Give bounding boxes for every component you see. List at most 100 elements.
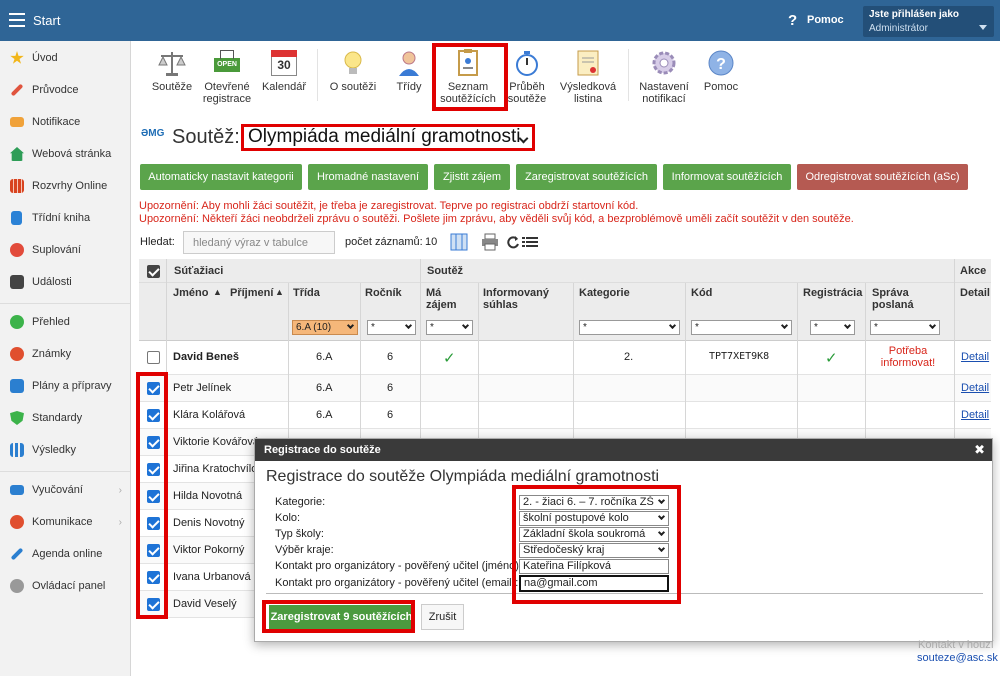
- help-icon: ?: [706, 48, 736, 78]
- col-consent[interactable]: Informovaný súhlas: [483, 287, 563, 311]
- toolbar-nastaveni-notifikaci[interactable]: Nastavení notifikací: [636, 48, 692, 105]
- sidebar-item-label: Standardy: [32, 412, 83, 424]
- detail-link[interactable]: Detail: [961, 351, 989, 363]
- student-name: Klára Kolářová: [173, 409, 246, 421]
- record-count-label: počet záznamů:: [345, 236, 423, 248]
- sidebar-item-label: Úvod: [32, 52, 58, 64]
- hamburger-menu-icon[interactable]: [9, 13, 25, 27]
- table-row[interactable]: David Beneš 6.A 6 ✓ 2. TPT7XET9K8 ✓ Potř…: [139, 341, 991, 375]
- record-count-value[interactable]: 10: [425, 236, 437, 248]
- toolbar-tridy[interactable]: Třídy: [389, 48, 429, 93]
- sidebar-item-vyucovani[interactable]: Vyučování ›: [0, 475, 130, 505]
- close-icon[interactable]: ✖: [974, 442, 985, 458]
- competition-select-value: Olympiáda mediální gramotnosti: [248, 126, 521, 147]
- sidebar-item-udalosti[interactable]: Události: [0, 267, 130, 297]
- user-menu[interactable]: Jste přihlášen jako Administrátor: [863, 6, 994, 37]
- filter-message-select[interactable]: *: [870, 320, 940, 335]
- footer-contact-label: Kontakt v houzí: [918, 639, 994, 651]
- toolbar-souteze[interactable]: Soutěže: [149, 48, 195, 93]
- toolbar-prubeh-souteze[interactable]: Průběh soutěže: [505, 48, 549, 105]
- user-role: Administrátor: [869, 23, 928, 34]
- refresh-icon[interactable]: [506, 233, 520, 251]
- filter-value: 6.A (10): [296, 322, 332, 333]
- filter-category-select[interactable]: *: [579, 320, 680, 335]
- toolbar-o-soutezi[interactable]: O soutěži: [326, 48, 380, 93]
- inform-students-button[interactable]: Informovat soutěžících: [663, 164, 791, 190]
- footer-email-link[interactable]: souteze@asc.sk: [917, 652, 998, 664]
- sidebar-item-vysledky[interactable]: Výsledky: [0, 435, 130, 465]
- list-icon[interactable]: [522, 233, 538, 251]
- dialog-title: Registrace do soutěže Olympiáda mediální…: [266, 468, 660, 485]
- detail-link[interactable]: Detail: [961, 409, 989, 421]
- sidebar-item-pruvodce[interactable]: Průvodce: [0, 75, 130, 105]
- col-first-name[interactable]: Jméno: [173, 287, 208, 299]
- bar-chart-icon: [10, 443, 24, 457]
- competition-select[interactable]: Olympiáda mediální gramotnosti: [241, 124, 535, 151]
- sidebar-item-standardy[interactable]: Standardy: [0, 403, 130, 433]
- toolbar-kalendar[interactable]: 30 Kalendář: [261, 48, 307, 93]
- toolbar-pomoc[interactable]: ? Pomoc: [701, 48, 741, 93]
- sidebar-item-suplovani[interactable]: Suplování: [0, 235, 130, 265]
- filter-interest-select[interactable]: *: [426, 320, 473, 335]
- sidebar-item-tridni-kniha[interactable]: Třídní kniha: [0, 203, 130, 233]
- home-icon: [10, 147, 24, 161]
- filter-registration-select[interactable]: *: [810, 320, 855, 335]
- highlight-box: [512, 485, 681, 604]
- group-competition: Soutěž: [427, 265, 464, 277]
- bulk-settings-button[interactable]: Hromadné nastavení: [308, 164, 428, 190]
- sidebar-item-label: Suplování: [32, 244, 81, 256]
- sidebar-item-uvod[interactable]: Úvod: [0, 43, 130, 73]
- sidebar-item-ovladaci-panel[interactable]: Ovládací panel: [0, 571, 130, 601]
- search-input[interactable]: hledaný výraz v tabulce: [183, 231, 335, 254]
- person-icon: [10, 243, 24, 257]
- auto-category-button[interactable]: Automaticky nastavit kategorii: [140, 164, 302, 190]
- filter-class-select[interactable]: 6.A (10): [292, 320, 358, 335]
- col-year[interactable]: Ročník: [365, 287, 402, 299]
- col-interest[interactable]: Má zájem: [426, 287, 470, 311]
- student-class: 6.A: [316, 409, 333, 421]
- help-icon[interactable]: ?: [788, 12, 797, 29]
- check-interest-button[interactable]: Zjistit zájem: [434, 164, 510, 190]
- help-link[interactable]: Pomoc: [807, 14, 844, 26]
- table-row[interactable]: Petr Jelínek 6.A 6 Detail: [139, 375, 991, 402]
- unregister-students-button[interactable]: Odregistrovat soutěžících (aSc): [797, 164, 968, 190]
- col-message[interactable]: Správa poslaná: [872, 287, 922, 311]
- sidebar-item-agenda[interactable]: Agenda online: [0, 539, 130, 569]
- sidebar-item-plany[interactable]: Plány a přípravy: [0, 371, 130, 401]
- sidebar-item-rozvrhy[interactable]: Rozvrhy Online: [0, 171, 130, 201]
- register-students-button[interactable]: Zaregistrovat soutěžících: [516, 164, 657, 190]
- sidebar-item-notifikace[interactable]: Notifikace: [0, 107, 130, 137]
- sidebar-item-prehled[interactable]: Přehled: [0, 307, 130, 337]
- sidebar-item-label: Agenda online: [32, 548, 103, 560]
- app-title[interactable]: Start: [33, 13, 60, 28]
- col-detail: Detail: [960, 287, 990, 299]
- student-year: 6: [387, 351, 394, 363]
- table-column-header: Jméno ▲ Příjmení ▲ Třída Ročník Má zájem…: [139, 283, 991, 341]
- star-icon: [10, 51, 24, 64]
- toolbar-vysledkova-listina[interactable]: Výsledková listina: [555, 48, 621, 105]
- table-row[interactable]: Klára Kolářová 6.A 6 Detail: [139, 402, 991, 429]
- filter-year-select[interactable]: *: [367, 320, 416, 335]
- sidebar-item-znamky[interactable]: Známky: [0, 339, 130, 369]
- detail-link[interactable]: Detail: [961, 382, 989, 394]
- col-class[interactable]: Třída: [293, 287, 320, 299]
- col-last-name[interactable]: Příjmení: [230, 287, 273, 299]
- row-checkbox[interactable]: [147, 351, 160, 364]
- col-code[interactable]: Kód: [691, 287, 712, 299]
- col-registration[interactable]: Registrácia: [803, 287, 862, 299]
- student-name: Viktorie Kovářová: [173, 436, 260, 448]
- filter-value: *: [695, 322, 699, 333]
- col-category[interactable]: Kategorie: [579, 287, 630, 299]
- print-icon[interactable]: [481, 233, 499, 251]
- toolbar-otevrene-registrace[interactable]: OPEN Otevřené registrace: [199, 48, 255, 105]
- sidebar-item-komunikace[interactable]: Komunikace ›: [0, 507, 130, 537]
- select-all-checkbox[interactable]: [147, 265, 160, 278]
- filter-code-select[interactable]: *: [691, 320, 792, 335]
- toolbar-label: Otevřené registrace: [202, 81, 252, 105]
- student-name: Ivana Urbanová: [173, 571, 251, 583]
- columns-icon[interactable]: [450, 233, 468, 251]
- cancel-button[interactable]: Zrušit: [421, 604, 464, 630]
- filter-value: *: [371, 322, 375, 333]
- sidebar-item-web[interactable]: Webová stránka: [0, 139, 130, 169]
- sidebar-item-label: Události: [32, 276, 72, 288]
